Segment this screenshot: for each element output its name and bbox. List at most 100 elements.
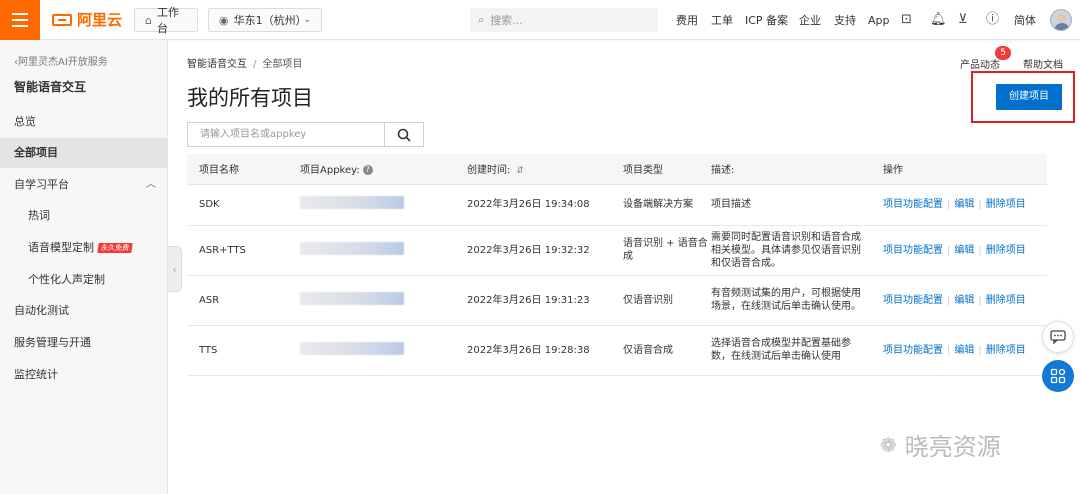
action-separator: | bbox=[947, 344, 951, 356]
sidebar-item-hotwords[interactable]: 热词 bbox=[0, 201, 168, 231]
nav-ticket[interactable]: 工单 bbox=[711, 12, 733, 28]
sidebar-item-all-projects[interactable]: 全部项目 bbox=[0, 138, 168, 168]
create-project-button[interactable]: 创建项目 bbox=[996, 84, 1062, 110]
created-time: 2022年3月26日 19:28:38 bbox=[467, 325, 623, 376]
sidebar-item-overview[interactable]: 总览 bbox=[0, 107, 168, 137]
project-type: 仅语音识别 bbox=[623, 275, 711, 326]
sidebar-item-monitoring[interactable]: 监控统计 bbox=[0, 360, 168, 390]
region-label: 华东1（杭州） bbox=[233, 14, 307, 27]
sidebar-back-label: 阿里灵杰AI开放服务 bbox=[18, 57, 108, 68]
table-row: ASR 2022年3月26日 19:31:23 仅语音识别 有音频测试集的用户，… bbox=[187, 275, 1047, 326]
sidebar-item-label: 监控统计 bbox=[14, 368, 58, 381]
action-separator: | bbox=[947, 199, 951, 210]
created-time: 2022年3月26日 19:31:23 bbox=[467, 275, 623, 326]
watermark-text: 晓亮资源 bbox=[904, 433, 1001, 461]
appkey-cell bbox=[300, 275, 467, 326]
search-placeholder: 搜索... bbox=[490, 14, 523, 27]
chevron-down-icon: ⌄ bbox=[303, 15, 311, 25]
project-desc: 需要同时配置语音识别和语音合成相关模型。具体请参见仅语音识别和仅语音合成。 bbox=[711, 225, 881, 276]
edit-link[interactable]: 编辑 bbox=[954, 245, 974, 256]
breadcrumb-separator: / bbox=[253, 59, 257, 70]
sidebar-item-voice-custom[interactable]: 个性化人声定制 bbox=[0, 265, 168, 295]
menu-icon[interactable] bbox=[0, 0, 40, 40]
nav-app[interactable]: App bbox=[868, 14, 890, 27]
edit-link[interactable]: 编辑 bbox=[954, 199, 974, 210]
table-row: TTS 2022年3月26日 19:28:38 仅语音合成 选择语音合成模型并配… bbox=[187, 325, 1047, 376]
action-separator: | bbox=[947, 244, 951, 256]
row-actions: 项目功能配置 | 编辑 | 删除项目 bbox=[881, 275, 1047, 326]
search-button[interactable] bbox=[384, 123, 423, 146]
workbench-button[interactable]: ⌂ 工作台 bbox=[134, 6, 198, 35]
action-separator: | bbox=[978, 244, 982, 256]
question-icon[interactable]: ? bbox=[362, 165, 373, 176]
bell-icon[interactable]: 🔔︎ bbox=[930, 12, 947, 28]
config-link[interactable]: 项目功能配置 bbox=[883, 245, 943, 256]
delete-link[interactable]: 删除项目 bbox=[986, 199, 1026, 210]
search-icon bbox=[397, 128, 411, 142]
sidebar-back-link[interactable]: ‹阿里灵杰AI开放服务 bbox=[14, 53, 108, 68]
sidebar-item-service-manage[interactable]: 服务管理与开通 bbox=[0, 328, 168, 358]
product-news-link[interactable]: 产品动态 bbox=[960, 56, 1000, 71]
col-name: 项目名称 bbox=[187, 154, 300, 185]
project-name: TTS bbox=[187, 325, 300, 376]
sidebar-item-label: 自动化测试 bbox=[14, 304, 69, 317]
table-row: ASR+TTS 2022年3月26日 19:32:32 语音识别 + 语音合成 … bbox=[187, 225, 1047, 276]
project-type: 仅语音合成 bbox=[623, 325, 711, 376]
col-appkey-label: 项目Appkey: bbox=[300, 165, 360, 177]
edit-link[interactable]: 编辑 bbox=[954, 295, 974, 306]
col-created-label: 创建时间: bbox=[467, 165, 511, 177]
region-selector[interactable]: ◉ 华东1（杭州） ⌄ bbox=[208, 8, 322, 32]
avatar[interactable] bbox=[1050, 9, 1072, 31]
chevron-up-icon: ︿ bbox=[146, 179, 156, 190]
nav-support[interactable]: 支持 bbox=[834, 12, 856, 28]
apps-float-button[interactable] bbox=[1042, 360, 1074, 392]
project-desc: 有音频测试集的用户，可根据使用场景，在线测试后单击确认使用。 bbox=[711, 275, 881, 326]
breadcrumb-current: 全部项目 bbox=[262, 59, 303, 70]
delete-link[interactable]: 删除项目 bbox=[986, 295, 1026, 306]
appkey-masked bbox=[300, 291, 404, 305]
workbench-label: 工作台 bbox=[156, 6, 179, 35]
action-separator: | bbox=[947, 294, 951, 306]
sidebar-item-model-custom[interactable]: 语音模型定制 永久免费 bbox=[0, 233, 168, 263]
config-link[interactable]: 项目功能配置 bbox=[883, 199, 943, 210]
config-link[interactable]: 项目功能配置 bbox=[883, 345, 943, 356]
edit-link[interactable]: 编辑 bbox=[954, 345, 974, 356]
nav-icp[interactable]: ICP 备案 bbox=[745, 12, 788, 28]
appkey-masked bbox=[300, 241, 404, 255]
table-header-row: 项目名称 项目Appkey:? 创建时间: ⇵ 项目类型 描述: 操作 bbox=[187, 154, 1047, 185]
project-desc: 项目描述 bbox=[711, 184, 881, 226]
search-icon: ⌕ bbox=[478, 13, 485, 26]
sidebar-collapse-handle[interactable]: ‹ bbox=[168, 246, 182, 292]
nav-billing[interactable]: 费用 bbox=[676, 12, 698, 28]
table-row: SDK 2022年3月26日 19:34:08 设备端解决方案 项目描述 项目功… bbox=[187, 184, 1047, 226]
sidebar-item-self-learning[interactable]: 自学习平台 ︿ bbox=[0, 170, 168, 200]
nav-enterprise[interactable]: 企业 bbox=[799, 12, 821, 28]
delete-link[interactable]: 删除项目 bbox=[986, 245, 1026, 256]
project-search-input[interactable] bbox=[188, 123, 384, 146]
chevron-left-icon: ‹ bbox=[172, 262, 177, 276]
grid-icon bbox=[1050, 368, 1066, 384]
sidebar-item-auto-test[interactable]: 自动化测试 bbox=[0, 296, 168, 326]
col-created[interactable]: 创建时间: ⇵ bbox=[467, 154, 623, 185]
created-time: 2022年3月26日 19:32:32 bbox=[467, 225, 623, 276]
help-icon[interactable]: ⓘ bbox=[986, 12, 999, 28]
global-search-input[interactable]: ⌕ 搜索... bbox=[470, 8, 658, 32]
chat-float-button[interactable] bbox=[1042, 321, 1074, 353]
breadcrumb-root[interactable]: 智能语音交互 bbox=[187, 59, 247, 70]
home-icon: ⌂ bbox=[145, 13, 152, 27]
row-actions: 项目功能配置 | 编辑 | 删除项目 bbox=[881, 325, 1047, 376]
col-type: 项目类型 bbox=[623, 154, 711, 185]
sort-icon[interactable]: ⇵ bbox=[516, 166, 524, 176]
project-type: 设备端解决方案 bbox=[623, 184, 711, 226]
aliyun-logo[interactable]: 阿里云 bbox=[52, 9, 134, 30]
breadcrumb: 智能语音交互 / 全部项目 bbox=[187, 55, 302, 70]
help-doc-link[interactable]: 帮助文档 bbox=[1023, 56, 1063, 71]
news-count-badge: 5 bbox=[995, 46, 1011, 60]
delete-link[interactable]: 删除项目 bbox=[986, 345, 1026, 356]
config-link[interactable]: 项目功能配置 bbox=[883, 295, 943, 306]
sidebar-item-label: 热词 bbox=[28, 209, 50, 222]
terminal-icon[interactable]: ⊡ bbox=[901, 12, 912, 28]
nav-language[interactable]: 简体 bbox=[1014, 12, 1036, 28]
chat-icon bbox=[1050, 330, 1066, 344]
cart-icon[interactable]: ⊻ bbox=[958, 12, 968, 28]
